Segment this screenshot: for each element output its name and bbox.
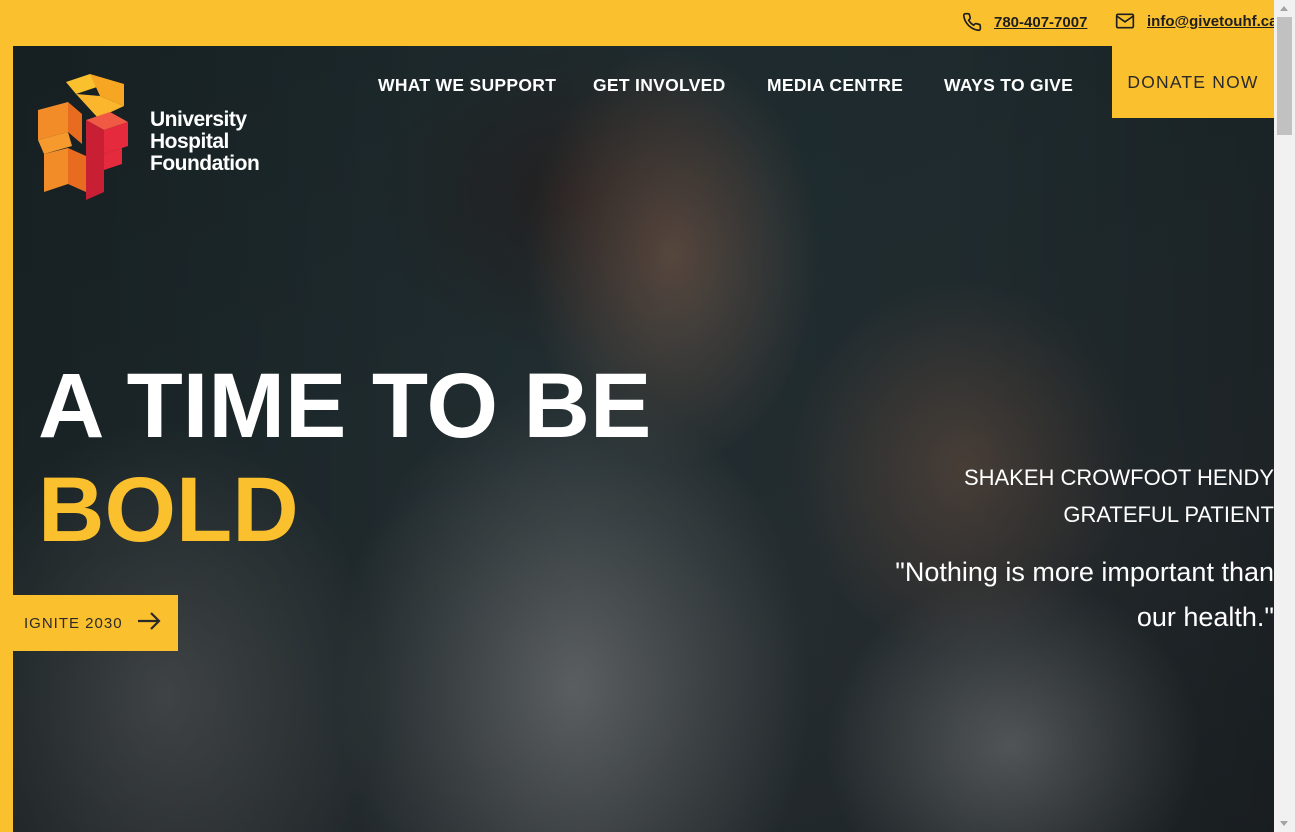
contact-bar: 780-407-7007 info@givetouhf.ca	[0, 0, 1277, 46]
email-contact[interactable]: info@givetouhf.ca	[1115, 12, 1277, 30]
nav-get-involved[interactable]: GET INVOLVED	[593, 75, 726, 96]
uhf-logo[interactable]: University Hospital Foundation	[38, 74, 260, 205]
testimonial: SHAKEH CROWFOOT HENDY GRATEFUL PATIENT "…	[874, 459, 1274, 640]
uhf-logo-mark-icon	[38, 74, 130, 205]
donate-now-button[interactable]: DONATE NOW	[1112, 46, 1274, 118]
headline-line-1: A TIME TO BE	[38, 355, 652, 457]
nav-media-centre[interactable]: MEDIA CENTRE	[767, 75, 903, 96]
envelope-icon	[1115, 12, 1135, 30]
scroll-thumb[interactable]	[1277, 17, 1292, 135]
arrow-right-icon	[137, 612, 161, 634]
accent-strip	[0, 46, 13, 547]
scroll-down-arrow-icon[interactable]	[1280, 821, 1288, 826]
scroll-up-arrow-icon[interactable]	[1280, 6, 1288, 11]
phone-link[interactable]: 780-407-7007	[994, 14, 1087, 31]
logo-line-2: Hospital	[150, 129, 229, 153]
hero-headline: A TIME TO BE BOLD	[38, 354, 651, 562]
logo-line-3: Foundation	[150, 151, 260, 175]
testimonial-quote: "Nothing is more important than our heal…	[895, 557, 1274, 632]
nav-ways-to-give[interactable]: WAYS TO GIVE	[944, 75, 1073, 96]
logo-wordmark: University Hospital Foundation	[150, 107, 260, 175]
ignite-label: IGNITE 2030	[24, 614, 123, 632]
ignite-2030-button[interactable]: IGNITE 2030	[0, 595, 178, 651]
testimonial-name: SHAKEH CROWFOOT HENDY	[963, 465, 1274, 490]
page-scrollbar[interactable]	[1274, 0, 1295, 832]
email-link[interactable]: info@givetouhf.ca	[1147, 13, 1277, 30]
headline-line-2: BOLD	[38, 459, 299, 561]
testimonial-role: GRATEFUL PATIENT	[1063, 502, 1274, 527]
phone-contact[interactable]: 780-407-7007	[962, 12, 1087, 32]
logo-line-1: University	[150, 107, 247, 131]
phone-icon	[962, 12, 982, 32]
nav-what-we-support[interactable]: WHAT WE SUPPORT	[378, 75, 556, 96]
hero-section: University Hospital Foundation WHAT WE S…	[13, 46, 1274, 832]
